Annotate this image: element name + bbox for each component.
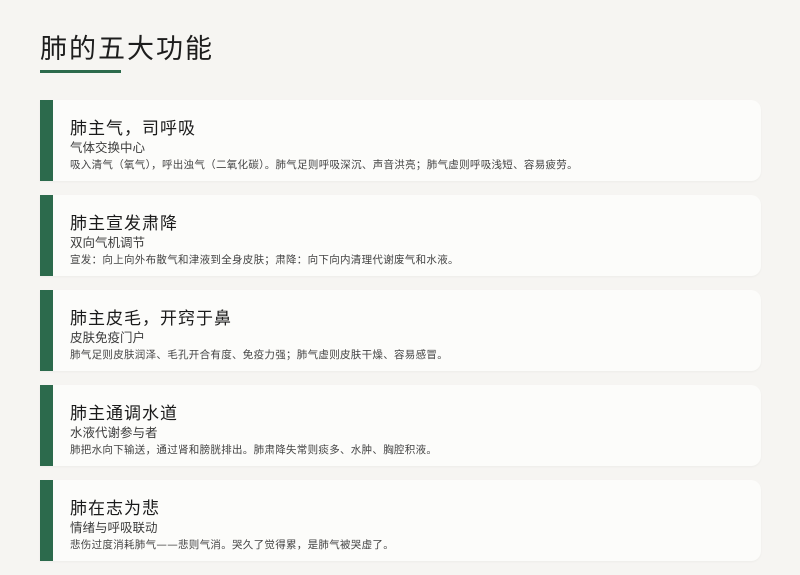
card-description: 悲伤过度消耗肺气——悲则气消。哭久了觉得累，是肺气被哭虚了。: [70, 539, 394, 551]
card-subtitle: 情绪与呼吸联动: [70, 520, 158, 535]
card-subtitle: 气体交换中心: [70, 140, 146, 155]
card-accent-bar: [40, 480, 53, 561]
title-underline: [40, 70, 121, 73]
function-card: 肺主通调水道 水液代谢参与者 肺把水向下输送，通过肾和膀胱排出。肺肃降失常则痰多…: [40, 385, 761, 466]
card-subtitle: 水液代谢参与者: [70, 425, 158, 440]
card-description: 肺把水向下输送，通过肾和膀胱排出。肺肃降失常则痰多、水肿、胸腔积液。: [70, 444, 438, 456]
function-card: 肺主宣发肃降 双向气机调节 宣发：向上向外布散气和津液到全身皮肤；肃降：向下向内…: [40, 195, 761, 276]
card-title: 肺在志为悲: [70, 499, 160, 519]
card-accent-bar: [40, 385, 53, 466]
card-title: 肺主气，司呼吸: [70, 119, 196, 139]
card-subtitle: 皮肤免疫门户: [70, 330, 146, 345]
function-card: 肺主皮毛，开窍于鼻 皮肤免疫门户 肺气足则皮肤润泽、毛孔开合有度、免疫力强；肺气…: [40, 290, 761, 371]
card-title: 肺主皮毛，开窍于鼻: [70, 309, 232, 329]
card-accent-bar: [40, 195, 53, 276]
function-card: 肺在志为悲 情绪与呼吸联动 悲伤过度消耗肺气——悲则气消。哭久了觉得累，是肺气被…: [40, 480, 761, 561]
function-card: 肺主气，司呼吸 气体交换中心 吸入清气（氧气），呼出浊气（二氧化碳）。肺气足则呼…: [40, 100, 761, 181]
card-accent-bar: [40, 100, 53, 181]
card-title: 肺主宣发肃降: [70, 214, 178, 234]
function-card-list: 肺主气，司呼吸 气体交换中心 吸入清气（氧气），呼出浊气（二氧化碳）。肺气足则呼…: [40, 100, 761, 575]
card-accent-bar: [40, 290, 53, 371]
card-description: 吸入清气（氧气），呼出浊气（二氧化碳）。肺气足则呼吸深沉、声音洪亮；肺气虚则呼吸…: [70, 159, 578, 171]
card-subtitle: 双向气机调节: [70, 235, 146, 250]
card-title: 肺主通调水道: [70, 404, 178, 424]
page-title: 肺的五大功能: [40, 34, 214, 65]
card-description: 宣发：向上向外布散气和津液到全身皮肤；肃降：向下向内清理代谢废气和水液。: [70, 254, 459, 266]
card-description: 肺气足则皮肤润泽、毛孔开合有度、免疫力强；肺气虚则皮肤干燥、容易感冒。: [70, 349, 448, 361]
